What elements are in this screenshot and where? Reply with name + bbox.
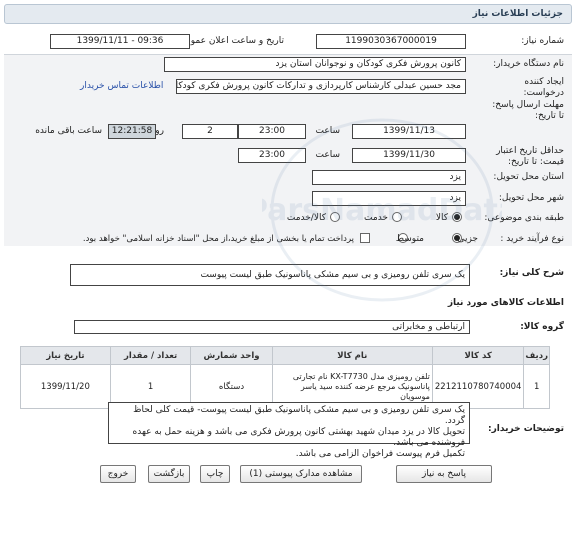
goods-group-label: گروه کالا: [520,322,564,332]
goods-group-field: ارتباطی و مخابراتی [74,320,470,334]
category-label: طبقه بندی موضوعی: [484,213,564,223]
treasury-payment-checkbox[interactable] [360,233,370,243]
summary-field: یک سری تلفن رومیزی و بی سیم مشکی پاناسون… [70,264,470,286]
summary-label: شرح کلی نیاز: [499,268,564,278]
process-label: نوع فرآیند خرید : [500,234,564,244]
view-attachments-button[interactable]: مشاهده مدارک پیوستی (1) [240,465,362,483]
buyer-notes-field: یک سری تلفن رومیزی و بی سیم مشکی پاناسون… [108,402,470,459]
creator-field: مجد حسین عبدلی کارشناس کارپردازی و تدارک… [176,79,466,94]
exit-button[interactable]: خروج [100,465,136,483]
page-title: جزئیات اطلاعات نیاز [4,4,572,24]
row-index: 1 [523,364,550,409]
category-goods-label: کالا [435,213,448,223]
category-both-radio[interactable] [330,212,340,222]
deadline-date-field: 1399/11/13 [352,124,466,139]
reply-button[interactable]: پاسخ به نیاز [396,465,492,483]
validity-label-1: حداقل تاریخ اعتبار [496,146,564,156]
col-index: ردیف [523,346,550,365]
deadline-label-2: تا تاریخ: [534,111,564,121]
col-unit: واحد شمارش [190,346,273,365]
col-qty: تعداد / مقدار [109,346,192,365]
items-table: ردیف کد کالا نام کالا واحد شمارش تعداد /… [20,346,550,409]
validity-label-2: قیمت: تا تاریخ: [508,157,564,167]
print-button[interactable]: چاپ [200,465,230,483]
remaining-label: ساعت باقی مانده [35,126,102,136]
category-service-radio[interactable] [392,212,402,222]
validity-date-field: 1399/11/30 [352,148,466,163]
creator-label-1: ایجاد کننده [524,77,564,87]
city-label: شهر محل تحویل: [498,193,564,203]
deadline-label-1: مهلت ارسال پاسخ: [492,100,564,110]
buyer-contact-link[interactable]: اطلاعات تماس خریدار [80,81,163,91]
category-goods-radio[interactable] [452,212,462,222]
buyer-notes-label: توضیحات خریدار: [488,424,564,434]
row-date: 1399/11/20 [20,364,111,409]
remaining-time-field: 12:21:58 [108,124,156,139]
col-date: تاریخ نیاز [20,346,111,365]
category-service-label: خدمت [364,213,388,223]
col-code: کد کالا [431,346,525,365]
announce-field: 1399/11/11 - 09:36 [50,34,190,49]
buyer-field: کانون پرورش فکری کودکان و نوجوانان استان… [164,57,466,72]
goods-section-title: اطلاعات کالاهای مورد نیاز [447,298,564,308]
days-remaining-field: 2 [182,124,238,139]
need-number-field: 1199030367000019 [316,34,466,49]
deadline-time-label: ساعت [315,126,341,136]
need-number-label: شماره نیاز: [521,36,564,46]
items-table-wrap: ردیف کد کالا نام کالا واحد شمارش تعداد /… [20,346,550,409]
deadline-time-field: 23:00 [238,124,306,139]
process-partial-label: جزیی [457,234,478,244]
buyer-label: نام دستگاه خریدار: [493,59,564,69]
back-button[interactable]: بازگشت [148,465,190,483]
creator-label-2: درخواست: [523,88,564,98]
announce-label: تاریخ و ساعت اعلان عمومی: [175,36,284,46]
province-field: یزد [312,170,466,185]
items-table-header: ردیف کد کالا نام کالا واحد شمارش تعداد /… [20,346,550,365]
category-both-label: کالا/خدمت [286,213,326,223]
validity-time-field: 23:00 [238,148,306,163]
validity-time-label: ساعت [315,150,341,160]
city-field: یزد [312,191,466,206]
province-label: استان محل تحویل: [493,172,564,182]
process-medium-label: متوسط [395,234,424,244]
treasury-payment-note: پرداخت تمام یا بخشی از مبلغ خرید،از محل … [82,234,354,244]
col-name: نام کالا [271,346,433,365]
